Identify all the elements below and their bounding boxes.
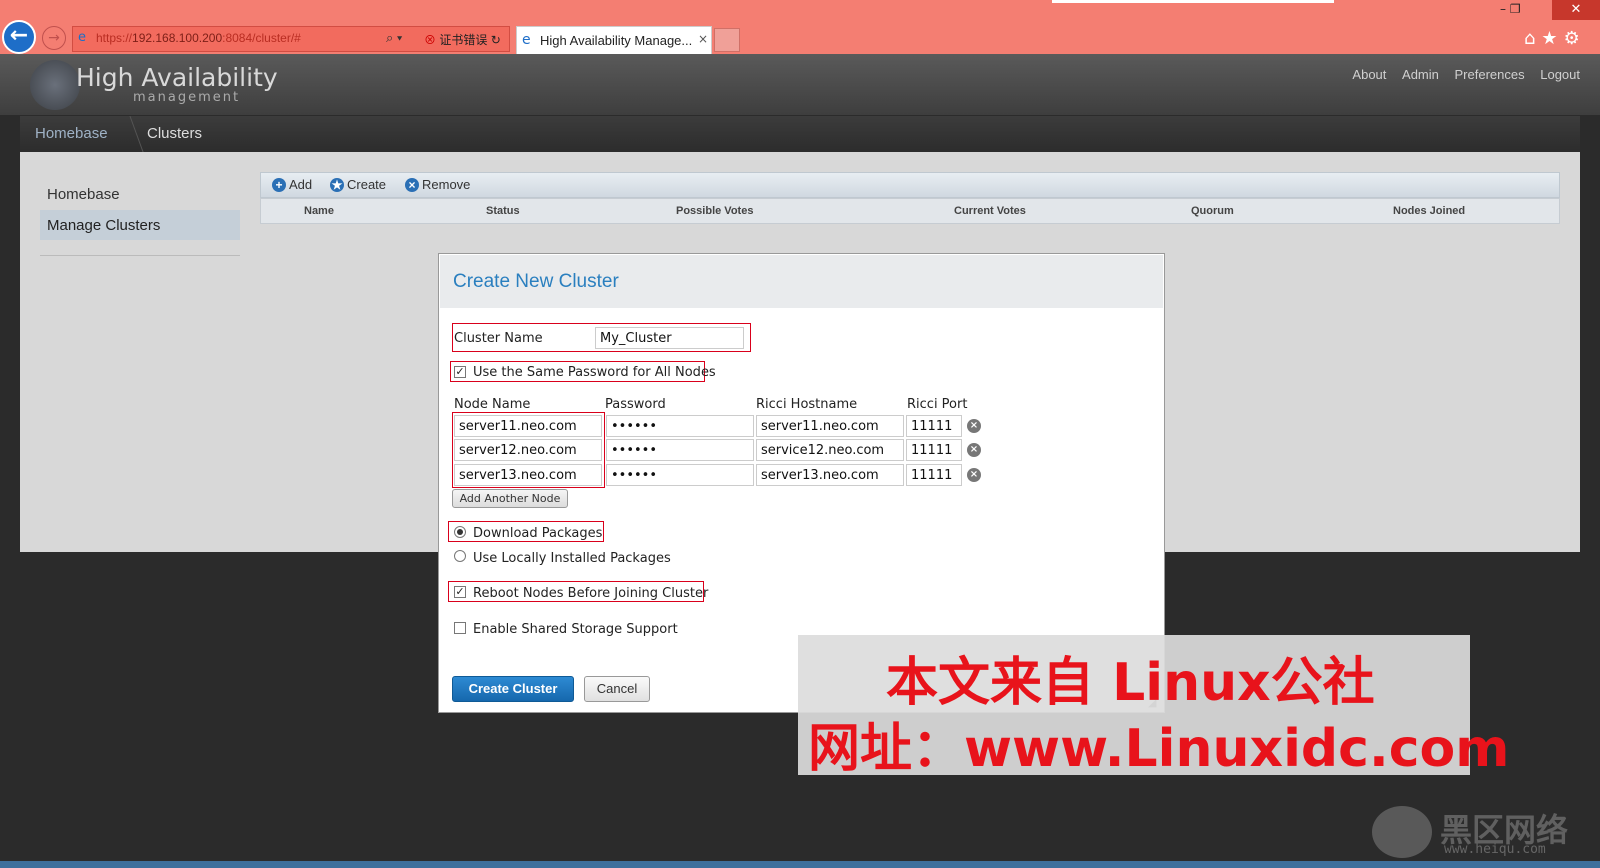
download-packages-label: Download Packages [473, 526, 603, 541]
password-input[interactable]: •••••• [606, 439, 754, 461]
remove-node-icon[interactable]: × [967, 468, 981, 482]
password-input[interactable]: •••••• [606, 415, 754, 437]
taskbar [0, 861, 1600, 868]
cluster-name-input[interactable]: My_Cluster [595, 327, 744, 349]
reboot-nodes-checkbox[interactable]: ✓ [454, 586, 466, 598]
sidebar-item-homebase[interactable]: Homebase [47, 186, 120, 203]
url-path: :8084/cluster/# [222, 31, 301, 45]
local-packages-label: Use Locally Installed Packages [473, 551, 671, 566]
node-name-input[interactable]: server11.neo.com [454, 415, 602, 437]
cluster-name-label: Cluster Name [454, 331, 543, 346]
column-quorum[interactable]: Quorum [1191, 205, 1234, 217]
tab-close-icon[interactable]: × [698, 32, 708, 46]
url-host: 192.168.100.200 [132, 31, 223, 45]
window-controls[interactable]: – ❐ [1500, 2, 1521, 16]
same-password-label: Use the Same Password for All Nodes [473, 365, 716, 380]
nav-logout[interactable]: Logout [1540, 67, 1580, 82]
shared-storage-label: Enable Shared Storage Support [473, 622, 678, 637]
node-name-input[interactable]: server12.neo.com [454, 439, 602, 461]
grid-header [260, 198, 1560, 224]
search-dropdown-icon[interactable]: ⌕ ▾ [386, 30, 402, 46]
remove-node-icon[interactable]: × [967, 443, 981, 457]
remove-button[interactable]: × Remove [405, 177, 470, 192]
add-label: Add [289, 177, 313, 192]
watermark-line-2: 网址：www.Linuxidc.com [808, 719, 1510, 779]
ricci-port-input[interactable]: 11111 [906, 439, 962, 461]
home-star-gear-icons[interactable]: ⌂★⚙ [1524, 28, 1586, 49]
download-packages-radio[interactable] [454, 526, 466, 538]
app-subtitle: management [133, 90, 241, 105]
tab-title: High Availability Manage... [540, 33, 693, 48]
ricci-port-input[interactable]: 11111 [906, 464, 962, 486]
breadcrumb-homebase[interactable]: Homebase [35, 125, 108, 142]
app-title: High Availability [76, 63, 278, 92]
star-icon: ★ [330, 178, 344, 192]
create-button[interactable]: ★ Create [330, 177, 386, 192]
column-nodes-joined[interactable]: Nodes Joined [1393, 205, 1465, 217]
ricci-port-input[interactable]: 11111 [906, 415, 962, 437]
forward-button[interactable]: → [42, 26, 66, 50]
reboot-nodes-label: Reboot Nodes Before Joining Cluster [473, 586, 709, 601]
nav-about[interactable]: About [1352, 67, 1386, 82]
watermark-line-1: 本文来自 Linux公社 [886, 653, 1375, 713]
window-close-button[interactable]: ✕ [1552, 0, 1600, 20]
breadcrumb [20, 116, 1580, 152]
new-tab-button[interactable] [714, 28, 740, 52]
remove-label: Remove [422, 177, 471, 192]
ie-tab-icon: e [522, 32, 531, 48]
header-ricci-hostname: Ricci Hostname [756, 397, 858, 412]
column-current-votes[interactable]: Current Votes [954, 205, 1026, 217]
ricci-hostname-input[interactable]: server13.neo.com [756, 464, 904, 486]
header-password: Password [605, 397, 666, 412]
column-name[interactable]: Name [304, 205, 334, 217]
brand-watermark-url: www.heiqu.com [1444, 842, 1546, 857]
top-nav: About Admin Preferences Logout [1340, 67, 1580, 82]
sidebar-divider [40, 255, 240, 256]
same-password-checkbox[interactable]: ✓ [454, 366, 466, 378]
password-input[interactable]: •••••• [606, 464, 754, 486]
remove-node-icon[interactable]: × [967, 419, 981, 433]
ricci-hostname-input[interactable]: server11.neo.com [756, 415, 904, 437]
cert-error-label: 证书错误 [439, 33, 488, 47]
dialog-title: Create New Cluster [453, 271, 619, 292]
column-status[interactable]: Status [486, 205, 520, 217]
brand-logo-icon [1372, 806, 1432, 858]
remove-icon: × [405, 178, 419, 192]
breadcrumb-clusters: Clusters [147, 125, 203, 142]
ie-page-icon: e [78, 30, 86, 45]
header-ricci-port: Ricci Port [907, 397, 968, 412]
url-prefix: https:// [96, 31, 133, 45]
add-another-node-button[interactable]: Add Another Node [452, 489, 568, 508]
certificate-error-badge[interactable]: ⊗ 证书错误 ↻ [424, 31, 501, 48]
column-possible-votes[interactable]: Possible Votes [676, 205, 753, 217]
ricci-hostname-input[interactable]: service12.neo.com [756, 439, 904, 461]
nav-preferences[interactable]: Preferences [1455, 67, 1525, 82]
local-packages-radio[interactable] [454, 550, 466, 562]
title-strip [1052, 0, 1334, 3]
refresh-icon[interactable]: ↻ [487, 33, 501, 47]
add-button[interactable]: + Add [272, 177, 312, 192]
node-name-input[interactable]: server13.neo.com [454, 464, 602, 486]
header-node-name: Node Name [454, 397, 531, 412]
back-button[interactable]: ← [2, 20, 36, 54]
shared-storage-checkbox[interactable] [454, 622, 466, 634]
error-icon: ⊗ [424, 33, 440, 47]
sidebar-item-label: Manage Clusters [47, 217, 161, 234]
nav-admin[interactable]: Admin [1402, 67, 1439, 82]
logo-icon [30, 60, 80, 110]
cancel-button[interactable]: Cancel [584, 676, 650, 702]
url-text[interactable]: https://192.168.100.200:8084/cluster/# [96, 31, 301, 45]
add-icon: + [272, 178, 286, 192]
create-cluster-button[interactable]: Create Cluster [452, 676, 574, 702]
create-label: Create [347, 177, 387, 192]
